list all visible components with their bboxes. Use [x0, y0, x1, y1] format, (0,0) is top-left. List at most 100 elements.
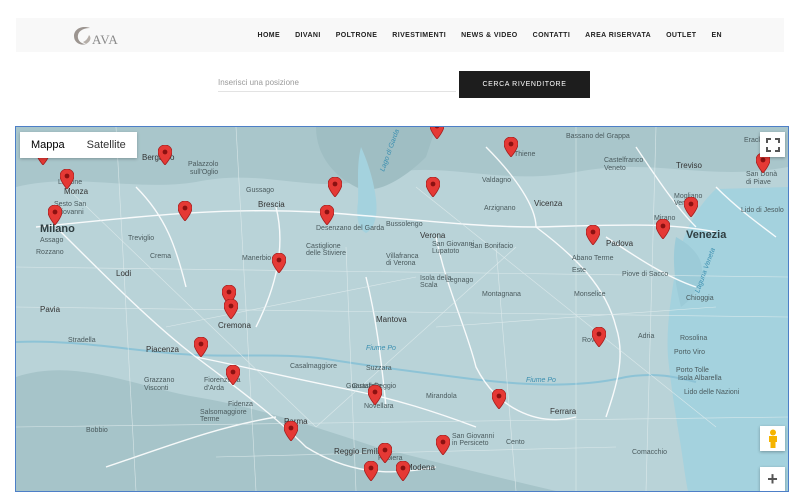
map-place-label: Legnago: [446, 277, 474, 284]
map-place-label: Rosolina: [680, 335, 708, 342]
nav-poltrone[interactable]: POLTRONE: [336, 32, 378, 39]
map-place-label: Stradella: [68, 337, 96, 344]
zoom-in-button[interactable]: +: [760, 467, 785, 491]
map-place-label: Visconti: [144, 385, 169, 392]
nav-home[interactable]: HOME: [257, 32, 280, 39]
logo-swirl-icon: [74, 26, 91, 45]
map-place-label: Chioggia: [686, 295, 714, 302]
dealer-marker[interactable]: [425, 176, 441, 198]
logo[interactable]: AVA: [72, 24, 132, 48]
map-pin-icon: [283, 420, 299, 442]
map-pin-icon: [59, 168, 75, 190]
map-place-label: Crema: [150, 253, 172, 260]
pegman-icon: [768, 429, 777, 448]
dealer-marker[interactable]: [177, 200, 193, 222]
map-place-label: Cremona: [218, 321, 251, 330]
map-pin-icon: [655, 218, 671, 240]
map-place-label: Arzignano: [484, 205, 516, 212]
map-place-label: di Verona: [386, 260, 416, 267]
fullscreen-button[interactable]: [760, 132, 785, 157]
map-place-label: Isola Albarella: [678, 375, 722, 382]
map-place-label: Castiglione: [306, 243, 341, 250]
dealer-marker[interactable]: [223, 298, 239, 320]
map-place-label: Montagnana: [482, 291, 521, 298]
dealer-map[interactable]: BergamoLissoneMonzaSesto SanGiovanniMila…: [15, 126, 789, 492]
map-place-label: San Giovanni: [452, 433, 495, 440]
map-place-label: Ferrara: [550, 407, 577, 416]
map-place-label: Valdagno: [482, 177, 512, 184]
map-place-label: Lupatoto: [432, 248, 460, 255]
map-place-label: d'Arda: [204, 385, 225, 392]
map-place-label: Manerbio: [242, 255, 272, 262]
dealer-marker[interactable]: [585, 224, 601, 246]
map-place-label: Rozzano: [36, 249, 64, 256]
map-type-control: Mappa Satellite: [20, 132, 137, 158]
map-type-mappa-button[interactable]: Mappa: [20, 132, 76, 158]
map-place-label: Adria: [638, 333, 655, 340]
nav-outlet[interactable]: OUTLET: [666, 32, 696, 39]
map-place-label: Monselice: [574, 291, 606, 298]
map-pin-icon: [367, 384, 383, 406]
street-view-button[interactable]: [760, 426, 785, 451]
map-place-label: Villafranca: [386, 253, 419, 260]
map-place-label: Bassano del Grappa: [566, 133, 630, 140]
map-place-label: Scala: [420, 282, 438, 289]
dealer-marker[interactable]: [503, 136, 519, 158]
dealer-marker[interactable]: [319, 204, 335, 226]
map-pin-icon: [193, 336, 209, 358]
dealer-marker[interactable]: [435, 434, 451, 456]
map-place-label: delle Stiviere: [306, 250, 347, 257]
dealer-marker[interactable]: [363, 460, 379, 482]
dealer-marker[interactable]: [59, 168, 75, 190]
nav-rivestimenti[interactable]: RIVESTIMENTI: [392, 32, 446, 39]
dealer-marker[interactable]: [491, 388, 507, 410]
map-place-label: Terme: [200, 416, 220, 423]
map-place-label: Lido delle Nazioni: [684, 389, 740, 396]
nav-area-riservata[interactable]: AREA RISERVATA: [585, 32, 651, 39]
site-header: AVA HOME DIVANI POLTRONE RIVESTIMENTI NE…: [16, 18, 784, 52]
find-dealer-button[interactable]: CERCA RIVENDITORE: [459, 71, 590, 98]
map-type-satellite-button[interactable]: Satellite: [76, 132, 137, 158]
dealer-marker[interactable]: [327, 176, 343, 198]
nav-divani[interactable]: DIVANI: [295, 32, 321, 39]
map-pin-icon: [395, 460, 411, 482]
map-place-label: Comacchio: [632, 449, 668, 456]
map-place-label: Reggio Emilia: [334, 447, 384, 456]
map-place-label: Abano Terme: [572, 255, 614, 262]
map-base: [16, 127, 788, 491]
nav-news-video[interactable]: NEWS & VIDEO: [461, 32, 518, 39]
map-place-label: Verona: [420, 231, 446, 240]
map-place-label: Brescia: [258, 200, 285, 209]
dealer-marker[interactable]: [377, 442, 393, 464]
nav-language-en[interactable]: EN: [711, 32, 722, 39]
dealer-marker[interactable]: [367, 384, 383, 406]
map-place-label: Casalmaggiore: [290, 363, 338, 370]
location-search-input[interactable]: [218, 73, 456, 92]
dealer-marker[interactable]: [157, 144, 173, 166]
map-pin-icon: [683, 196, 699, 218]
dealer-marker[interactable]: [283, 420, 299, 442]
map-place-label: Porto Tolle: [676, 367, 709, 374]
map-place-label: sull'Oglio: [190, 169, 219, 176]
dealer-marker[interactable]: [225, 364, 241, 386]
dealer-marker[interactable]: [395, 460, 411, 482]
nav-contatti[interactable]: CONTATTI: [533, 32, 571, 39]
dealer-marker[interactable]: [193, 336, 209, 358]
map-place-label: Desenzano del Garda: [316, 225, 385, 232]
map-place-label: Lido di Jesolo: [741, 207, 784, 214]
dealer-marker[interactable]: [655, 218, 671, 240]
dealer-marker[interactable]: [429, 127, 445, 140]
map-pin-icon: [491, 388, 507, 410]
dealer-marker[interactable]: [271, 252, 287, 274]
map-pin-icon: [47, 204, 63, 226]
map-place-label: di Piave: [746, 179, 771, 186]
fullscreen-icon: [765, 137, 780, 152]
map-place-label: Grazzano: [144, 377, 175, 384]
dealer-marker[interactable]: [47, 204, 63, 226]
map-place-label: Venezia: [686, 229, 727, 241]
map-place-label: in Persiceto: [452, 440, 489, 447]
dealer-marker[interactable]: [683, 196, 699, 218]
dealer-marker[interactable]: [591, 326, 607, 348]
map-place-label: Treviglio: [128, 235, 155, 242]
map-place-label: San Bonifacio: [470, 243, 514, 250]
